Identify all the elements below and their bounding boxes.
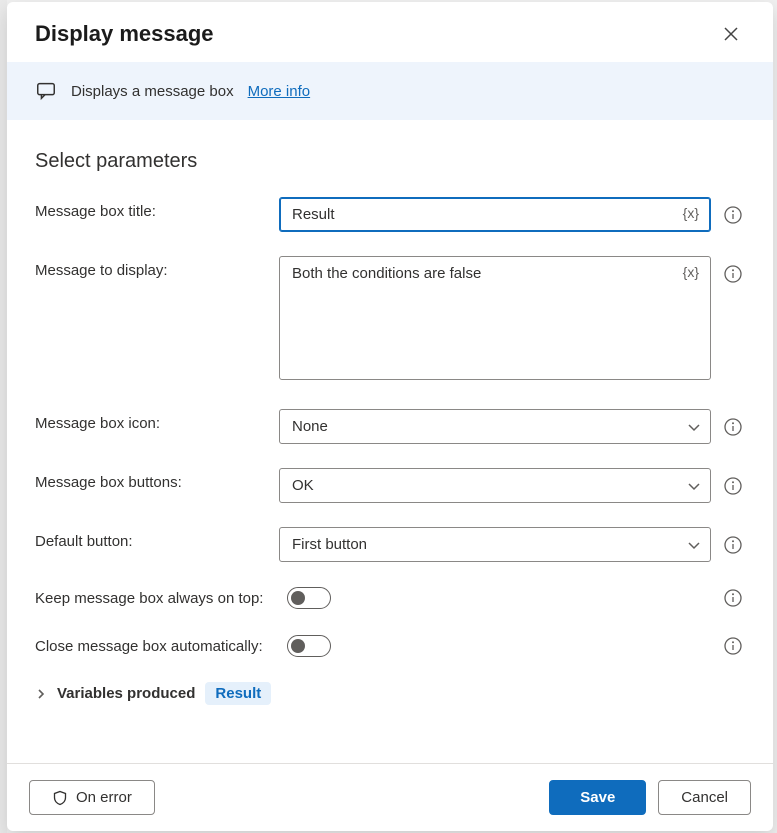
- dialog-footer: On error Save Cancel: [7, 763, 773, 831]
- message-box-title-input[interactable]: [279, 197, 711, 232]
- info-icon[interactable]: [721, 533, 745, 557]
- variables-produced-label: Variables produced: [57, 685, 195, 702]
- variables-produced-row[interactable]: Variables produced Result: [35, 682, 745, 705]
- more-info-link[interactable]: More info: [248, 83, 311, 100]
- variable-pill[interactable]: Result: [205, 682, 271, 705]
- info-icon[interactable]: [721, 586, 745, 610]
- info-icon[interactable]: [721, 415, 745, 439]
- row-message-box-buttons: Message box buttons: OK: [35, 468, 745, 503]
- save-button[interactable]: Save: [549, 780, 646, 815]
- info-banner: Displays a message box More info: [7, 62, 773, 120]
- dialog-title: Display message: [35, 21, 214, 47]
- label-default-button: Default button:: [35, 527, 267, 550]
- row-default-button: Default button: First button: [35, 527, 745, 562]
- label-message-box-title: Message box title:: [35, 197, 267, 220]
- auto-close-toggle[interactable]: [287, 635, 331, 657]
- message-to-display-input[interactable]: [279, 256, 711, 380]
- insert-variable-button[interactable]: {x}: [679, 203, 703, 223]
- label-message-box-buttons: Message box buttons:: [35, 468, 267, 491]
- info-icon[interactable]: [721, 262, 745, 286]
- chevron-right-icon: [35, 688, 47, 700]
- info-icon[interactable]: [721, 474, 745, 498]
- background-edge: [0, 0, 7, 833]
- info-icon[interactable]: [721, 634, 745, 658]
- display-message-dialog: Display message Displays a message box M…: [7, 2, 773, 831]
- close-icon: [723, 26, 739, 42]
- on-error-label: On error: [76, 789, 132, 806]
- label-auto-close: Close message box automatically:: [35, 638, 275, 655]
- default-button-select[interactable]: First button: [279, 527, 711, 562]
- banner-text: Displays a message box: [71, 83, 234, 100]
- row-message-box-icon: Message box icon: None: [35, 409, 745, 444]
- message-box-buttons-select[interactable]: OK: [279, 468, 711, 503]
- label-always-on-top: Keep message box always on top:: [35, 590, 275, 607]
- close-button[interactable]: [717, 20, 745, 48]
- row-message-to-display: Message to display: {x}: [35, 256, 745, 385]
- dialog-content: Select parameters Message box title: {x}…: [7, 120, 773, 763]
- section-title: Select parameters: [35, 150, 745, 173]
- row-message-box-title: Message box title: {x}: [35, 197, 745, 232]
- cancel-button[interactable]: Cancel: [658, 780, 751, 815]
- on-error-button[interactable]: On error: [29, 780, 155, 815]
- shield-icon: [52, 790, 68, 806]
- insert-variable-button[interactable]: {x}: [679, 262, 703, 282]
- label-message-box-icon: Message box icon:: [35, 409, 267, 432]
- row-auto-close: Close message box automatically:: [35, 634, 745, 658]
- row-always-on-top: Keep message box always on top:: [35, 586, 745, 610]
- message-box-icon: [35, 80, 57, 102]
- label-message-to-display: Message to display:: [35, 256, 267, 279]
- always-on-top-toggle[interactable]: [287, 587, 331, 609]
- dialog-header: Display message: [7, 2, 773, 62]
- message-box-icon-select[interactable]: None: [279, 409, 711, 444]
- info-icon[interactable]: [721, 203, 745, 227]
